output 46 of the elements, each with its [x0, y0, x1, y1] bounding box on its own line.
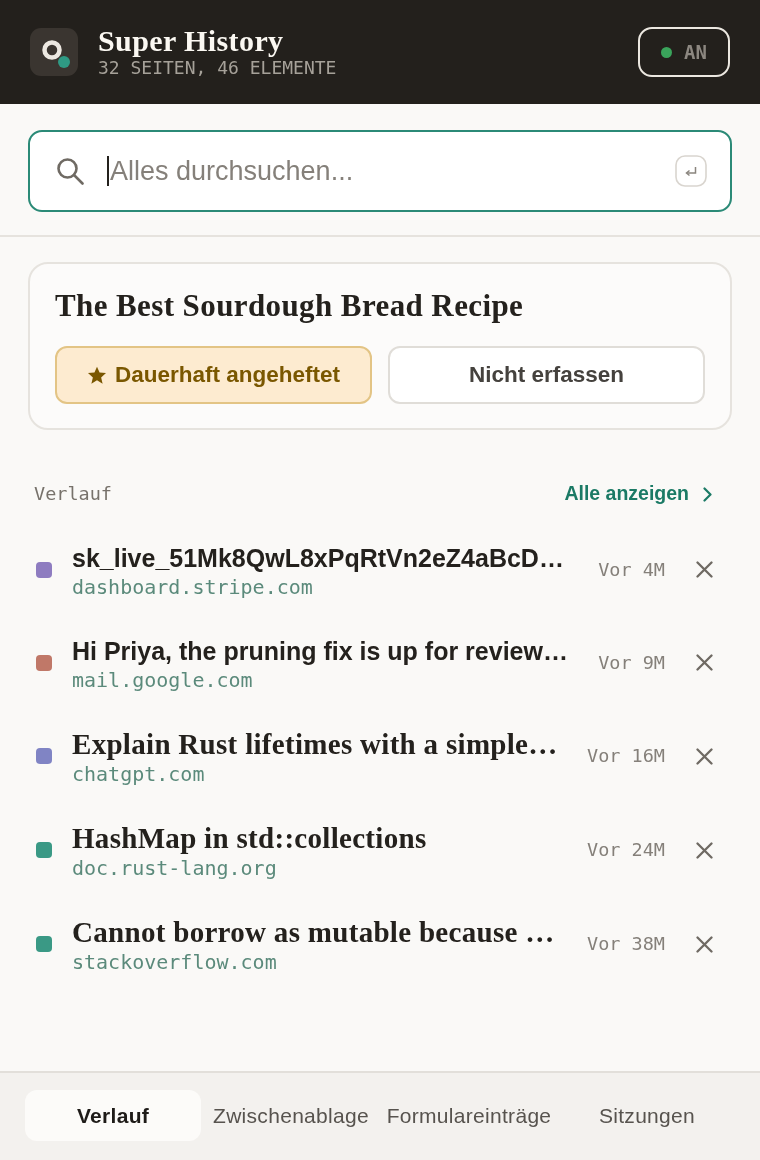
history-time: Vor 38M	[587, 932, 665, 957]
search-field[interactable]: Alles durchsuchen...	[28, 130, 732, 212]
history-domain: dashboard.stripe.com	[72, 574, 314, 600]
close-icon	[696, 935, 713, 953]
remove-button[interactable]	[696, 935, 713, 953]
app-logo-icon	[30, 28, 78, 76]
tab[interactable]: Sitzungen	[559, 1090, 735, 1141]
remove-button[interactable]	[696, 654, 713, 671]
history-domain: mail.google.com	[72, 667, 254, 693]
tab[interactable]: Formulareinträge	[381, 1090, 557, 1141]
close-icon	[696, 561, 713, 578]
remove-button[interactable]	[696, 841, 713, 859]
section-heading: Verlauf	[34, 482, 112, 507]
history-time: Vor 4M	[598, 557, 665, 582]
status-dot-icon	[661, 46, 673, 58]
app-subtitle: 32 SEITEN, 46 ELEMENTE	[98, 57, 337, 79]
history-time: Vor 9M	[598, 650, 665, 675]
text-cursor-icon	[107, 156, 109, 186]
history-title[interactable]: Explain Rust lifetimes with a simple…	[72, 729, 558, 759]
tab[interactable]: Zwischenablage	[203, 1090, 379, 1141]
remove-button[interactable]	[696, 561, 713, 578]
history-domain: stackoverflow.com	[72, 949, 278, 975]
tab[interactable]: Verlauf	[25, 1090, 201, 1141]
close-icon	[696, 841, 713, 859]
search-input[interactable]: Alles durchsuchen...	[109, 150, 675, 192]
history-domain: chatgpt.com	[72, 761, 206, 787]
close-icon	[696, 747, 713, 765]
show-all-link[interactable]: Alle anzeigen	[564, 479, 712, 509]
star-icon	[86, 365, 107, 385]
page-title: The Best Sourdough Bread Recipe	[55, 287, 525, 324]
history-title[interactable]: HashMap in std::collections	[72, 823, 427, 853]
history-title[interactable]: sk_live_51Mk8QwL8xPqRtVn2eZ4aBcD…	[72, 543, 564, 573]
history-domain: doc.rust-lang.org	[72, 855, 278, 881]
on-toggle[interactable]: AN	[638, 27, 730, 77]
history-title[interactable]: Cannot borrow as mutable because …	[72, 917, 555, 947]
history-time: Vor 24M	[587, 838, 665, 863]
pin-button[interactable]: Dauerhaft angeheftet	[55, 346, 372, 404]
history-time: Vor 16M	[587, 744, 665, 769]
return-key-icon	[675, 155, 707, 187]
remove-button[interactable]	[696, 747, 713, 765]
history-title[interactable]: Hi Priya, the pruning fix is up for review…	[72, 636, 568, 666]
exclude-button[interactable]: Nicht erfassen	[388, 346, 705, 404]
search-icon	[56, 157, 84, 185]
close-icon	[696, 654, 713, 671]
chevron-right-icon	[703, 486, 712, 502]
app-title: Super History	[98, 25, 285, 56]
